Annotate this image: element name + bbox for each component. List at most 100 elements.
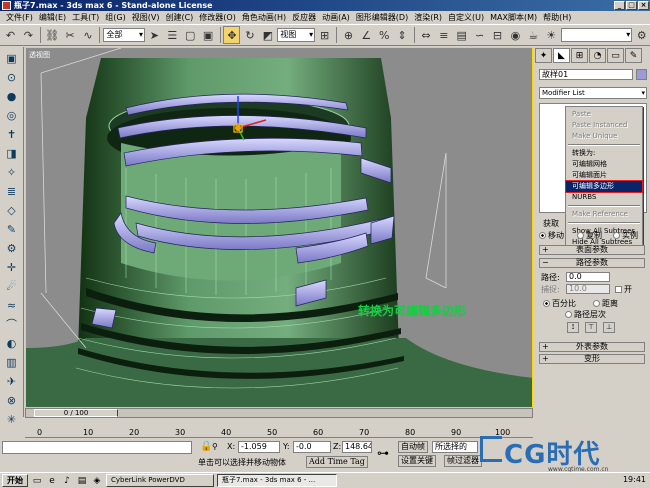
angle-snap-icon[interactable]: ∠ (358, 26, 375, 44)
selection-lock-icon[interactable]: ⚲ (212, 442, 218, 451)
snap-on-checkbox[interactable]: 开 (615, 284, 632, 295)
light-icon[interactable]: ✧ (4, 165, 20, 181)
set-key-button[interactable]: 设置关键 (398, 455, 436, 467)
x-coord-field[interactable]: -1.059 (238, 441, 280, 453)
camera-icon[interactable]: ◨ (4, 146, 20, 162)
surface-params-rollout[interactable]: 表面参数 (539, 245, 645, 255)
hierarchy-tab-icon[interactable]: ⊞ (571, 47, 588, 63)
path-steps-radio[interactable]: 路径层次 (565, 309, 606, 320)
object-color-swatch[interactable] (636, 69, 647, 80)
lock-icon[interactable]: 🔒 (200, 441, 212, 452)
cylinder-icon[interactable]: ⊙ (4, 70, 20, 86)
menu-editable-poly[interactable]: 可编辑多边形 (565, 180, 643, 193)
menu-nurbs[interactable]: NURBS (566, 192, 642, 203)
task-cyberlink[interactable]: CyberLink PowerDVD (106, 474, 214, 487)
menu-tools[interactable]: 工具(T) (69, 11, 102, 24)
schematic-view-icon[interactable]: ⊟ (489, 26, 506, 44)
snap-toggle-icon[interactable]: ⊕ (340, 26, 357, 44)
close-button[interactable]: × (638, 1, 649, 10)
track-bar[interactable]: 0 10 20 30 40 50 60 70 80 90 100 (25, 420, 533, 438)
menu-help[interactable]: 帮助(H) (540, 11, 574, 24)
undo-icon[interactable]: ↶ (2, 26, 19, 44)
redo-icon[interactable]: ↷ (20, 26, 37, 44)
menu-maxscript[interactable]: MAX脚本(M) (487, 11, 540, 24)
loft-icon[interactable]: ✈ (4, 374, 20, 390)
menu-reactor[interactable]: 反应器 (289, 11, 319, 24)
pick-shape-icon[interactable]: ⟟ (567, 322, 579, 333)
viewport-label[interactable]: 透视图 (29, 50, 50, 60)
3dsmax-icon[interactable]: ◈ (91, 475, 103, 487)
object-name-field[interactable]: 故样01 (539, 69, 633, 80)
utilities-tab-icon[interactable]: ✎ (625, 47, 642, 63)
time-slider[interactable]: 0 / 100 (34, 409, 118, 417)
menu-views[interactable]: 视图(V) (129, 11, 163, 24)
bind-spacewarp-icon[interactable]: ∿ (80, 26, 97, 44)
menu-group[interactable]: 组(G) (102, 11, 128, 24)
menu-rendering[interactable]: 渲染(R) (411, 11, 445, 24)
move-radio[interactable]: 移动 (539, 230, 564, 241)
show-desktop-icon[interactable]: ▭ (31, 475, 43, 487)
render-scene-icon[interactable]: ☕ (525, 26, 542, 44)
systems-icon[interactable]: ✛ (4, 260, 20, 276)
distance-radio[interactable]: 距离 (593, 298, 618, 309)
menu-editable-patch[interactable]: 可编辑面片 (566, 170, 642, 181)
quick-render-icon[interactable]: ☀ (543, 26, 560, 44)
render-last-icon[interactable]: ⚙ (633, 26, 650, 44)
create-tab-icon[interactable]: ✦ (535, 47, 552, 63)
maximize-button[interactable]: □ (626, 1, 637, 10)
task-3dsmax[interactable]: 瓶子7.max - 3ds max 6 - ... (217, 474, 337, 487)
menu-create[interactable]: 创建(C) (162, 11, 196, 24)
pivot-icon[interactable]: ⊞ (316, 26, 333, 44)
render-type-dropdown[interactable] (560, 28, 633, 42)
torus-icon[interactable]: ◎ (4, 108, 20, 124)
window-crossing-icon[interactable]: ▣ (200, 26, 217, 44)
next-shape-icon[interactable]: ⊥ (603, 322, 615, 333)
copy-radio[interactable]: 复制 (577, 230, 602, 241)
prev-shape-icon[interactable]: ⊤ (585, 322, 597, 333)
bones-icon[interactable]: ✝ (4, 127, 20, 143)
key-selection-dropdown[interactable]: 所选择的 (432, 441, 478, 453)
z-coord-field[interactable]: 148.64 (342, 441, 372, 453)
add-time-tag-button[interactable]: Add Time Tag (306, 456, 368, 468)
maxscript-listener[interactable] (2, 441, 192, 454)
ie-icon[interactable]: e (46, 475, 58, 487)
motion-tab-icon[interactable]: ◔ (589, 47, 606, 63)
select-scale-icon[interactable]: ◩ (259, 26, 276, 44)
menu-file[interactable]: 文件(F) (3, 11, 36, 24)
select-by-name-icon[interactable]: ☰ (164, 26, 181, 44)
percent-snap-icon[interactable]: % (376, 26, 393, 44)
bend-icon[interactable]: ⌒ (4, 317, 20, 333)
path-spinner[interactable]: 0.0 (566, 272, 610, 282)
curve-editor-icon[interactable]: ∽ (471, 26, 488, 44)
skin-params-rollout[interactable]: 外表参数 (539, 342, 645, 352)
spinner-snap-icon[interactable]: ⇕ (394, 26, 411, 44)
select-object-icon[interactable]: ➤ (146, 26, 163, 44)
unlink-icon[interactable]: ✂ (62, 26, 79, 44)
align-icon[interactable]: ≡ (435, 26, 452, 44)
reference-coord-dropdown[interactable]: 视图 (277, 28, 316, 42)
extrude-icon[interactable]: ▥ (4, 355, 20, 371)
menu-modifiers[interactable]: 修改器(O) (196, 11, 239, 24)
mirror-icon[interactable]: ⇔ (417, 26, 434, 44)
menu-edit[interactable]: 编辑(E) (36, 11, 69, 24)
y-coord-field[interactable]: -0.0 (293, 441, 331, 453)
perspective-viewport[interactable]: 透视图 转换为可编辑多边形 (25, 47, 533, 408)
select-move-icon[interactable]: ✥ (223, 26, 241, 44)
lathe-icon[interactable]: ◐ (4, 336, 20, 352)
layers-icon[interactable]: ≣ (4, 184, 20, 200)
particles-icon[interactable]: ☄ (4, 279, 20, 295)
modify-tab-icon[interactable]: ◣ (553, 47, 570, 63)
key-icon[interactable]: ⊶ (377, 446, 389, 460)
modifier-list-dropdown[interactable]: Modifier List (539, 87, 647, 99)
key-filters-button[interactable]: 帧过滤器 (444, 455, 482, 467)
layer-manager-icon[interactable]: ▤ (453, 26, 470, 44)
path-params-rollout[interactable]: 路径参数 (539, 258, 645, 268)
minimize-button[interactable]: _ (614, 1, 625, 10)
box-icon[interactable]: ▣ (4, 51, 20, 67)
material-editor-icon[interactable]: ◉ (507, 26, 524, 44)
instance-radio[interactable]: 实例 (613, 230, 638, 241)
wave-icon[interactable]: ≈ (4, 298, 20, 314)
percent-radio[interactable]: 百分比 (543, 298, 576, 309)
media-icon[interactable]: ♪ (61, 475, 73, 487)
boolean-icon[interactable]: ⊗ (4, 393, 20, 409)
